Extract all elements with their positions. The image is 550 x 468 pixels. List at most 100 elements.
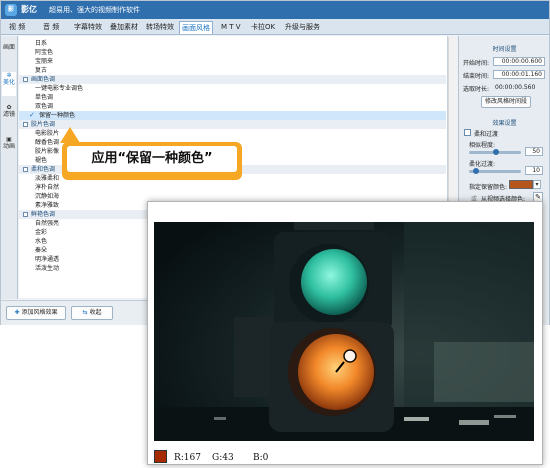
list-item-label: 胶片影像: [35, 148, 60, 155]
list-item-label: 宝丽来: [35, 58, 54, 65]
chevron-down-icon[interactable]: ▾: [533, 180, 541, 189]
green-value: G:43: [212, 453, 234, 463]
filter-icon: ✿: [6, 104, 12, 111]
app-subtitle: 超易用、强大的视频制作软件: [49, 6, 140, 14]
start-time-input[interactable]: 00:00:00.600: [493, 57, 545, 66]
list-item-label: 沉静如海: [35, 193, 60, 200]
tab-subtitle-effects[interactable]: 字幕特效: [72, 21, 104, 34]
list-item-label: 秦朵: [35, 247, 48, 254]
picked-color-swatch: [154, 450, 167, 463]
tab-audio[interactable]: 音 频: [41, 21, 61, 34]
soft-transition-checkbox[interactable]: [464, 129, 471, 136]
list-item[interactable]: 电影胶片: [19, 129, 446, 138]
softness-label: 柔化过渡:: [469, 161, 496, 168]
sidebar-item-filter[interactable]: ✿ 滤镜: [2, 104, 16, 128]
list-item-label: 鲜艳色调: [31, 211, 56, 218]
list-item-label: 画面色调: [31, 76, 56, 83]
tab-video[interactable]: 视 频: [7, 21, 27, 34]
menu-bar: 视 频 音 频 字幕特效 叠加素材 转场特效 画面风格 M T V 卡拉OK 升…: [1, 19, 549, 35]
list-item-label: 醇香色调: [35, 139, 60, 146]
list-item-label: 柔和色调: [31, 166, 56, 173]
callout-text: 应用“保留一种颜色”: [67, 146, 237, 172]
similarity-input[interactable]: 50: [525, 147, 543, 156]
traffic-light-photo[interactable]: [154, 222, 534, 441]
sidebar-item-label: 动画: [2, 143, 15, 150]
list-item-label: 阿宝色: [35, 49, 54, 56]
list-item-label: 复古: [35, 67, 48, 74]
tab-transition[interactable]: 转场特效: [144, 21, 176, 34]
title-bar: 影 影亿 超易用、强大的视频制作软件: [1, 1, 549, 19]
tab-karaoke[interactable]: 卡拉OK: [249, 21, 277, 34]
softness-slider-knob[interactable]: [473, 168, 479, 174]
collapse-label: 收起: [89, 309, 102, 316]
collapse-toggle-icon[interactable]: [23, 122, 28, 127]
tab-mtv[interactable]: M T V: [219, 21, 243, 34]
duration-value: 00:00:00.560: [495, 84, 536, 91]
list-item[interactable]: 双色调: [19, 102, 446, 111]
list-item[interactable]: 宝丽来: [19, 57, 446, 66]
start-time-label: 开始时间:: [463, 60, 490, 67]
keep-color-swatch[interactable]: [509, 180, 533, 189]
similarity-slider-knob[interactable]: [493, 149, 499, 155]
list-item-label: 胶片色调: [31, 121, 56, 128]
modify-time-button[interactable]: 修改风格时间段: [481, 96, 531, 108]
soft-transition-label: 柔和过渡: [474, 131, 499, 138]
tab-picture-style[interactable]: 画面风格: [179, 21, 213, 34]
add-style-label: 添加风格效果: [21, 309, 58, 316]
end-time-input[interactable]: 00:00:01.160: [493, 70, 545, 79]
tab-overlay[interactable]: 叠加素材: [108, 21, 140, 34]
sidebar-item-beautify[interactable]: ✲ 美化: [2, 72, 16, 96]
list-item[interactable]: 一键电影专业调色: [19, 84, 446, 93]
time-section-title: 时间设置: [492, 46, 517, 53]
add-style-button[interactable]: ✚ 添加风格效果: [6, 306, 66, 320]
list-item[interactable]: ✓ 保留一种颜色: [19, 111, 446, 120]
duration-label: 选取时长:: [463, 86, 490, 93]
tab-upgrade[interactable]: 升级与服务: [283, 21, 322, 34]
list-item-label: 单色调: [35, 94, 54, 101]
list-item-label: 自然强亮: [35, 220, 60, 227]
list-item-label: 明净通透: [35, 256, 60, 263]
list-item-label: 淡雅柔和: [35, 175, 60, 182]
collapse-button[interactable]: ⇆ 收起: [71, 306, 113, 320]
list-item-label: 活泼生动: [35, 265, 60, 272]
checkmark-icon: ✓: [29, 111, 35, 119]
list-item-label: 日系: [35, 40, 48, 47]
list-item[interactable]: 淳朴自然: [19, 183, 446, 192]
sidebar-item-animation[interactable]: ▣ 动画: [2, 136, 16, 160]
sidebar-item-picture[interactable]: 画面: [2, 44, 16, 62]
left-sidebar: 画面 ✲ 美化 ✿ 滤镜 ▣ 动画: [1, 36, 18, 299]
list-item[interactable]: 阿宝色: [19, 48, 446, 57]
collapse-icon: ⇆: [82, 309, 88, 316]
app-name: 影亿: [21, 5, 37, 14]
app-logo: 影: [5, 4, 17, 16]
list-item-label: 褪色: [35, 157, 48, 164]
softness-input[interactable]: 10: [525, 166, 543, 175]
traffic-light-illustration: [154, 222, 534, 441]
list-item-label: 双色调: [35, 103, 54, 110]
list-item[interactable]: 沉静如海: [19, 192, 446, 201]
list-item[interactable]: 日系: [19, 39, 446, 48]
sidebar-item-label: 画面: [2, 44, 15, 51]
plus-icon: ✚: [14, 309, 20, 316]
color-picker-preview: R:167 G:43 B:0: [147, 201, 543, 465]
collapse-toggle-icon[interactable]: [23, 167, 28, 172]
magic-wand-icon: ✲: [6, 72, 12, 79]
animation-icon: ▣: [6, 136, 12, 143]
category-row[interactable]: 画面色调: [19, 75, 446, 84]
list-item-label: 电影胶片: [35, 130, 60, 137]
end-time-label: 结束时间:: [463, 73, 490, 80]
collapse-toggle-icon[interactable]: [23, 77, 28, 82]
list-item-label: 保留一种颜色: [39, 112, 76, 119]
list-item-label: 一键电影专业调色: [35, 85, 84, 92]
list-item[interactable]: 单色调: [19, 93, 446, 102]
list-item[interactable]: 复古: [19, 66, 446, 75]
category-row[interactable]: 胶片色调: [19, 120, 446, 129]
collapse-toggle-icon[interactable]: [23, 212, 28, 217]
callout-pointer: [60, 127, 80, 143]
effect-section-title: 效果设置: [492, 120, 517, 127]
instruction-callout: 应用“保留一种颜色”: [62, 142, 242, 180]
red-value: R:167: [174, 453, 201, 463]
softness-slider[interactable]: [469, 168, 521, 174]
keep-color-label: 指定保留颜色:: [469, 184, 508, 191]
similarity-slider[interactable]: [469, 149, 521, 155]
